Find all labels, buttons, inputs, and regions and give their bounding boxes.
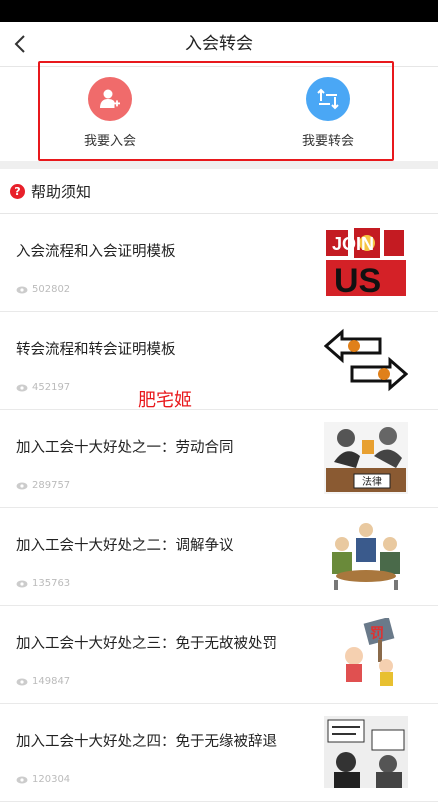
eye-icon: [16, 482, 28, 489]
view-count-value: 452197: [32, 382, 71, 393]
question-icon: ?: [10, 183, 25, 199]
article-title: 转会流程和转会证明模板: [16, 342, 176, 358]
help-section-header: ? 帮助须知: [0, 169, 438, 214]
article-title: 加入工会十大好处之四：免于无缘被辞退: [16, 734, 277, 750]
watermark-text: 肥宅姬: [138, 390, 192, 411]
thumb-fine-text: 罚: [370, 626, 384, 642]
view-count-value: 149847: [32, 676, 71, 687]
list-item[interactable]: 入会流程和入会证明模板 502802 JOIN US: [0, 214, 438, 312]
dismissal-thumbnail: [324, 716, 408, 788]
article-title: 加入工会十大好处之一：劳动合同: [16, 440, 234, 456]
action-panel: 我要入会 我要转会: [0, 61, 438, 161]
transfer-union-label: 我要转会: [301, 134, 354, 149]
view-count-value: 502802: [32, 284, 71, 295]
mediation-thumbnail: [324, 520, 408, 592]
view-count-value: 135763: [32, 578, 71, 589]
view-count: 502802: [16, 284, 70, 295]
labor-contract-thumbnail: 法律: [324, 422, 408, 494]
join-union-button[interactable]: 我要入会: [50, 77, 170, 149]
eye-icon: [16, 286, 28, 293]
list-item[interactable]: 转会流程和转会证明模板 452197: [0, 312, 438, 410]
eye-icon: [16, 678, 28, 685]
eye-icon: [16, 384, 28, 391]
add-user-icon: [100, 89, 120, 108]
section-divider: [0, 161, 438, 169]
join-icon-circle: [88, 77, 132, 121]
thumb-us-text: US: [334, 262, 381, 298]
thumb-join-text: JOIN: [332, 234, 374, 254]
help-section-title: 帮助须知: [31, 182, 92, 201]
view-count: 149847: [16, 676, 70, 687]
list-item[interactable]: 加入工会十大好处之三：免于无故被处罚 149847 罚: [0, 606, 438, 704]
eye-icon: [16, 580, 28, 587]
article-title: 入会流程和入会证明模板: [16, 244, 176, 260]
view-count-value: 289757: [32, 480, 71, 491]
article-title: 加入工会十大好处之三：免于无故被处罚: [16, 636, 277, 652]
swap-arrows-icon: [317, 88, 339, 110]
transfer-icon-circle: [306, 77, 350, 121]
view-count: 135763: [16, 578, 70, 589]
thumb-law-text: 法律: [362, 475, 382, 488]
transfer-union-button[interactable]: 我要转会: [268, 77, 388, 149]
transfer-arrows-thumbnail: [324, 324, 408, 396]
list-item[interactable]: 加入工会十大好处之四：免于无缘被辞退 120304: [0, 704, 438, 802]
view-count: 452197: [16, 382, 70, 393]
view-count: 289757: [16, 480, 70, 491]
join-us-thumbnail: JOIN US: [324, 226, 408, 298]
article-title: 加入工会十大好处之二：调解争议: [16, 538, 234, 554]
join-union-label: 我要入会: [83, 134, 136, 149]
penalty-thumbnail: 罚: [324, 618, 408, 690]
list-item[interactable]: 加入工会十大好处之一：劳动合同 289757 法律: [0, 410, 438, 508]
list-item[interactable]: 加入工会十大好处之二：调解争议 135763: [0, 508, 438, 606]
article-list: 入会流程和入会证明模板 502802 JOIN US 转会流程和转会证明模板 4…: [0, 214, 438, 802]
status-bar: [0, 0, 438, 22]
page-title: 入会转会: [185, 34, 253, 54]
